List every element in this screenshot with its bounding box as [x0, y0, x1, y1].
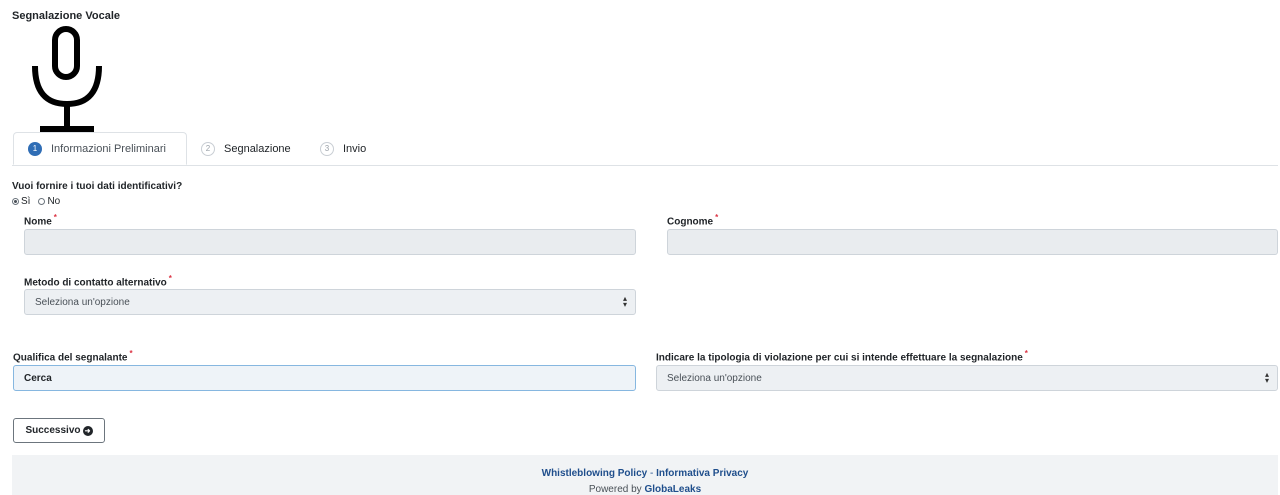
contatto-select-value: Seleziona un'opzione [35, 296, 130, 308]
next-button-label: Successivo [25, 425, 81, 436]
required-mark: * [129, 349, 133, 358]
nome-label-text: Nome [24, 216, 52, 228]
tab-label: Segnalazione [224, 142, 291, 155]
identity-question: Vuoi fornire i tuoi dati identificativi? [12, 181, 183, 192]
radio-unchecked-icon [38, 198, 46, 205]
nome-label: Nome * [24, 213, 57, 227]
qualifica-label: Qualifica del segnalante * [13, 349, 133, 363]
violazione-label: Indicare la tipologia di violazione per … [656, 349, 1028, 363]
powered-by: Powered by GlobaLeaks [12, 484, 1278, 495]
powered-by-prefix: Powered by [588, 484, 642, 495]
radio-label: Sì [21, 196, 31, 207]
cognome-label-text: Cognome [667, 216, 714, 228]
radio-label: No [47, 196, 61, 207]
required-mark: * [1024, 349, 1028, 358]
step-number: 3 [320, 141, 334, 156]
step-tabs: 1 Informazioni Preliminari 2 Segnalazion… [12, 132, 1278, 166]
microphone-icon [32, 26, 102, 132]
informativa-privacy-link[interactable]: Informativa Privacy [656, 468, 748, 479]
contatto-label: Metodo di contatto alternativo * [24, 274, 172, 288]
whistleblowing-policy-link[interactable]: Whistleblowing Policy [542, 468, 648, 479]
tab-label: Invio [343, 142, 367, 155]
step-number: 1 [28, 141, 42, 156]
required-mark: * [53, 213, 57, 222]
footer: Whistleblowing Policy - Informativa Priv… [12, 455, 1278, 495]
required-mark: * [715, 213, 719, 222]
required-mark: * [168, 274, 172, 283]
footer-separator: - [649, 468, 654, 479]
tab-invio[interactable]: 3 Invio [320, 132, 366, 165]
step-number: 2 [201, 141, 215, 156]
contatto-label-text: Metodo di contatto alternativo [24, 277, 167, 289]
cognome-label: Cognome * [667, 213, 718, 227]
tab-segnalazione[interactable]: 2 Segnalazione [201, 132, 291, 165]
footer-links: Whistleblowing Policy - Informativa Priv… [12, 468, 1278, 479]
violazione-select[interactable]: Seleziona un'opzione ▴ ▾ [656, 365, 1278, 391]
next-button[interactable]: Successivo ➜ [13, 418, 105, 443]
qualifica-label-text: Qualifica del segnalante [13, 352, 128, 364]
select-arrows-icon: ▴ ▾ [1264, 370, 1269, 385]
identity-radio-group: Sì No [12, 196, 68, 207]
globaleaks-link[interactable]: GlobaLeaks [644, 484, 701, 495]
violazione-label-text: Indicare la tipologia di violazione per … [656, 352, 1023, 364]
radio-no[interactable]: No [38, 196, 60, 207]
cognome-input[interactable] [667, 229, 1278, 255]
contatto-select[interactable]: Seleziona un'opzione ▴ ▾ [24, 289, 636, 315]
nome-input[interactable] [24, 229, 636, 255]
select-arrows-icon: ▴ ▾ [622, 294, 627, 309]
violazione-select-value: Seleziona un'opzione [667, 372, 762, 384]
tab-label: Informazioni Preliminari [51, 142, 166, 155]
arrow-circle-right-icon: ➜ [82, 425, 93, 436]
tab-informazioni-preliminari[interactable]: 1 Informazioni Preliminari [13, 132, 187, 165]
qualifica-search-input[interactable]: Cerca [13, 365, 636, 391]
radio-si[interactable]: Sì [12, 196, 30, 207]
page-title: Segnalazione Vocale [12, 10, 121, 22]
radio-checked-icon [12, 198, 19, 205]
